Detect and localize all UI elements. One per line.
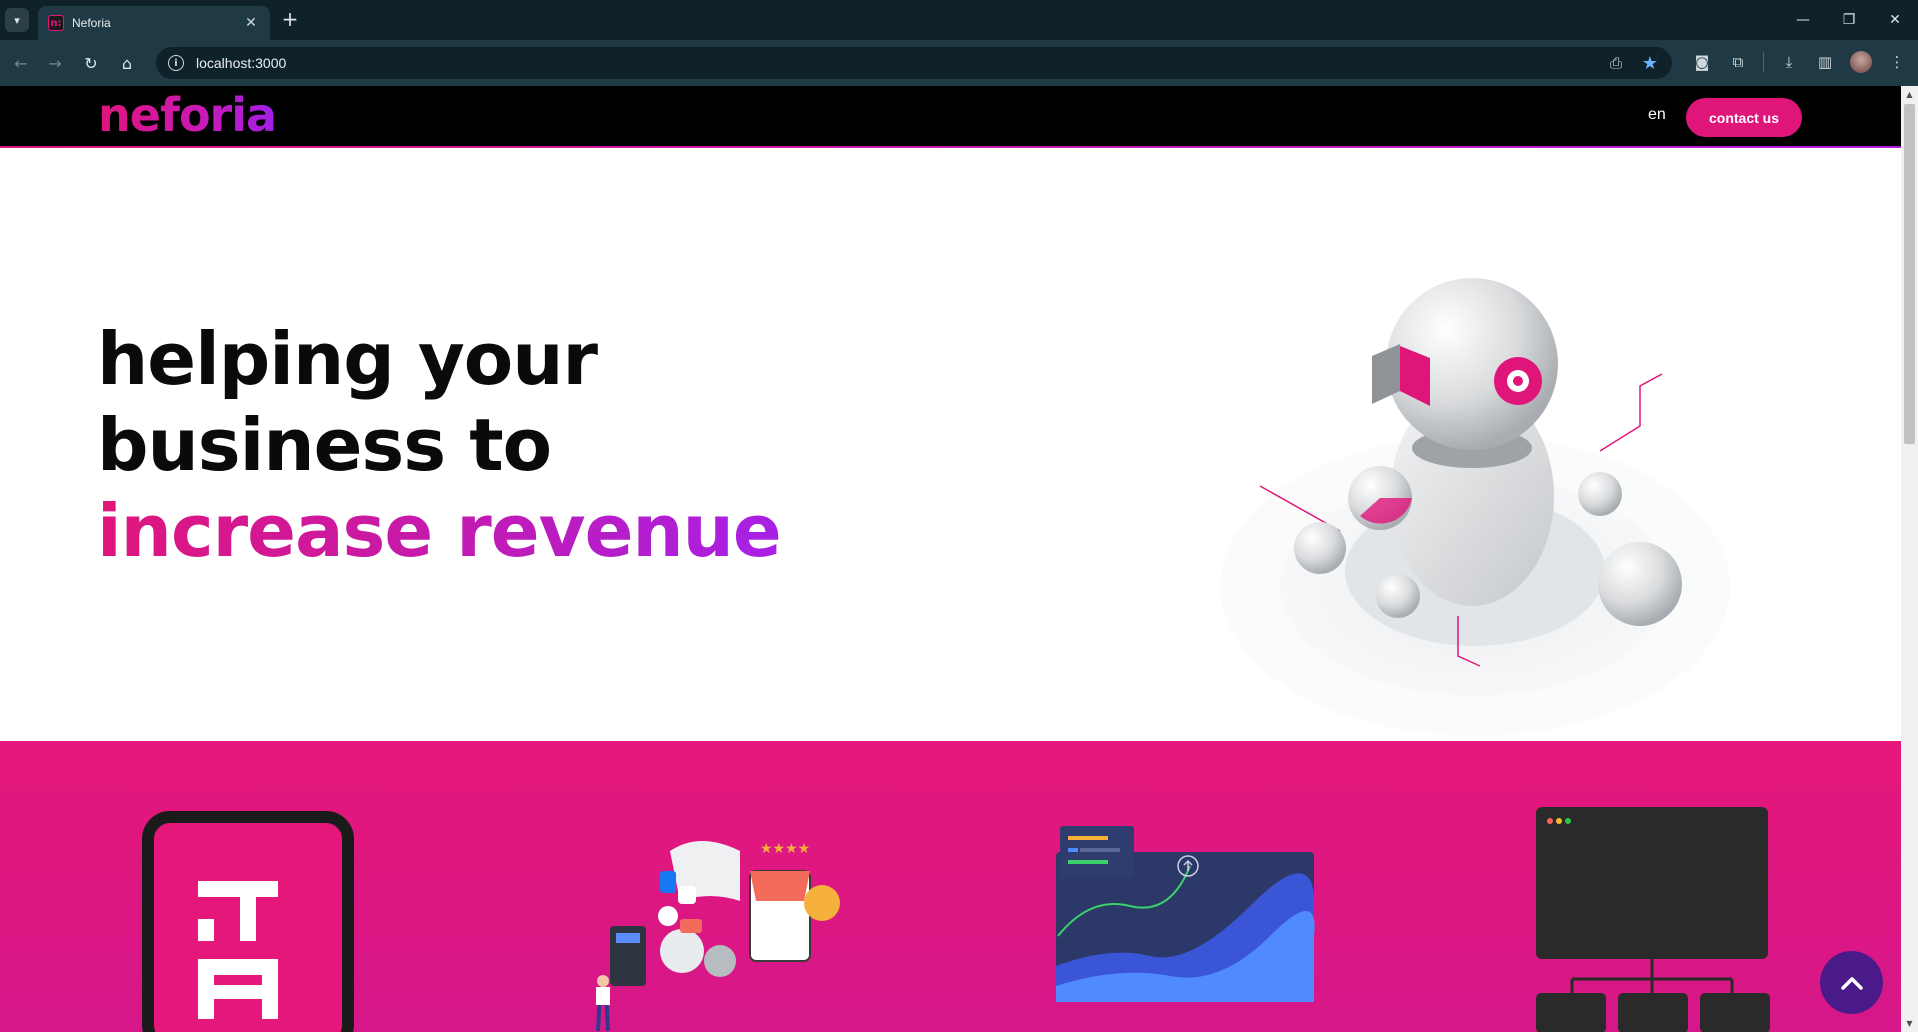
bookmark-star-icon[interactable]: ★ [1640, 53, 1660, 74]
extensions-puzzle-icon[interactable]: ⧉ [1727, 50, 1749, 74]
browser-tab-bar: ▾ n: Neforia ✕ + — ❐ ✕ [0, 0, 1918, 40]
site-info-icon[interactable]: i [168, 55, 184, 71]
site-logo[interactable]: neforia [98, 88, 277, 142]
robot-illustration [1220, 278, 1730, 736]
scroll-to-top-button[interactable] [1820, 951, 1883, 1014]
scroll-down-arrow-icon[interactable]: ▼ [1901, 1015, 1918, 1032]
reload-icon[interactable]: ↻ [78, 50, 104, 76]
minimize-icon[interactable]: — [1780, 0, 1826, 40]
language-switcher[interactable]: en [1648, 106, 1666, 124]
close-window-icon[interactable]: ✕ [1872, 0, 1918, 40]
hero-line-3: increase revenue [97, 489, 782, 573]
orb-bottom [1376, 574, 1420, 618]
url-text: localhost:3000 [196, 55, 287, 71]
address-bar[interactable]: i localhost:3000 ⎙ ★ [156, 47, 1672, 79]
menu-kebab-icon[interactable]: ⋮ [1886, 50, 1908, 74]
tab-title: Neforia [72, 16, 111, 30]
forward-arrow-icon[interactable]: → [42, 50, 68, 76]
tab-search-chevron-icon[interactable]: ▾ [5, 8, 29, 32]
web-development-illustration [1536, 807, 1770, 1032]
orb-right-large [1598, 542, 1682, 626]
new-tab-plus-icon[interactable]: + [278, 8, 302, 32]
favicon-icon: n: [48, 15, 64, 31]
scrollbar-thumb[interactable] [1904, 104, 1915, 444]
hero-line-2: business to [97, 403, 552, 487]
robot-eye-center [1513, 376, 1523, 386]
side-panel-icon[interactable]: ▥ [1814, 50, 1836, 74]
chevron-up-icon [1840, 976, 1863, 990]
profile-avatar[interactable] [1850, 51, 1872, 73]
contact-us-button[interactable]: contact us [1686, 98, 1802, 137]
tab-close-icon[interactable]: ✕ [242, 15, 260, 31]
page-viewport: neforia en contact us helping your busin… [0, 86, 1901, 1032]
hero-heading: helping your business to increase revenu… [97, 316, 782, 574]
orb-right-small [1578, 472, 1622, 516]
browser-toolbar: ← → ↻ ⌂ i localhost:3000 ⎙ ★ ◙ ⧉ ⤓ ▥ ⋮ [0, 40, 1918, 86]
window-controls: — ❐ ✕ [1780, 0, 1918, 40]
install-app-icon[interactable]: ⎙ [1606, 53, 1626, 73]
scroll-up-arrow-icon[interactable]: ▲ [1901, 86, 1918, 103]
analytics-illustration [1056, 826, 1315, 1002]
download-icon[interactable]: ⤓ [1778, 50, 1800, 74]
back-arrow-icon[interactable]: ← [8, 50, 34, 76]
svg-text:★★★★: ★★★★ [760, 841, 810, 857]
site-header: neforia en contact us [0, 86, 1901, 148]
hero-line-1: helping your [97, 317, 598, 401]
home-icon[interactable]: ⌂ [114, 50, 140, 76]
services-section: ★★★★ [0, 741, 1901, 1032]
brand-identity-illustration [142, 811, 354, 1032]
page-scrollbar[interactable]: ▲ ▼ [1901, 86, 1918, 1032]
marketplace-illustration: ★★★★ [596, 841, 840, 1032]
restore-icon[interactable]: ❐ [1826, 0, 1872, 40]
orb-left [1294, 522, 1346, 574]
camera-icon[interactable]: ◙ [1691, 50, 1713, 74]
browser-tab[interactable]: n: Neforia ✕ [38, 6, 270, 40]
toolbar-divider [1763, 52, 1764, 72]
